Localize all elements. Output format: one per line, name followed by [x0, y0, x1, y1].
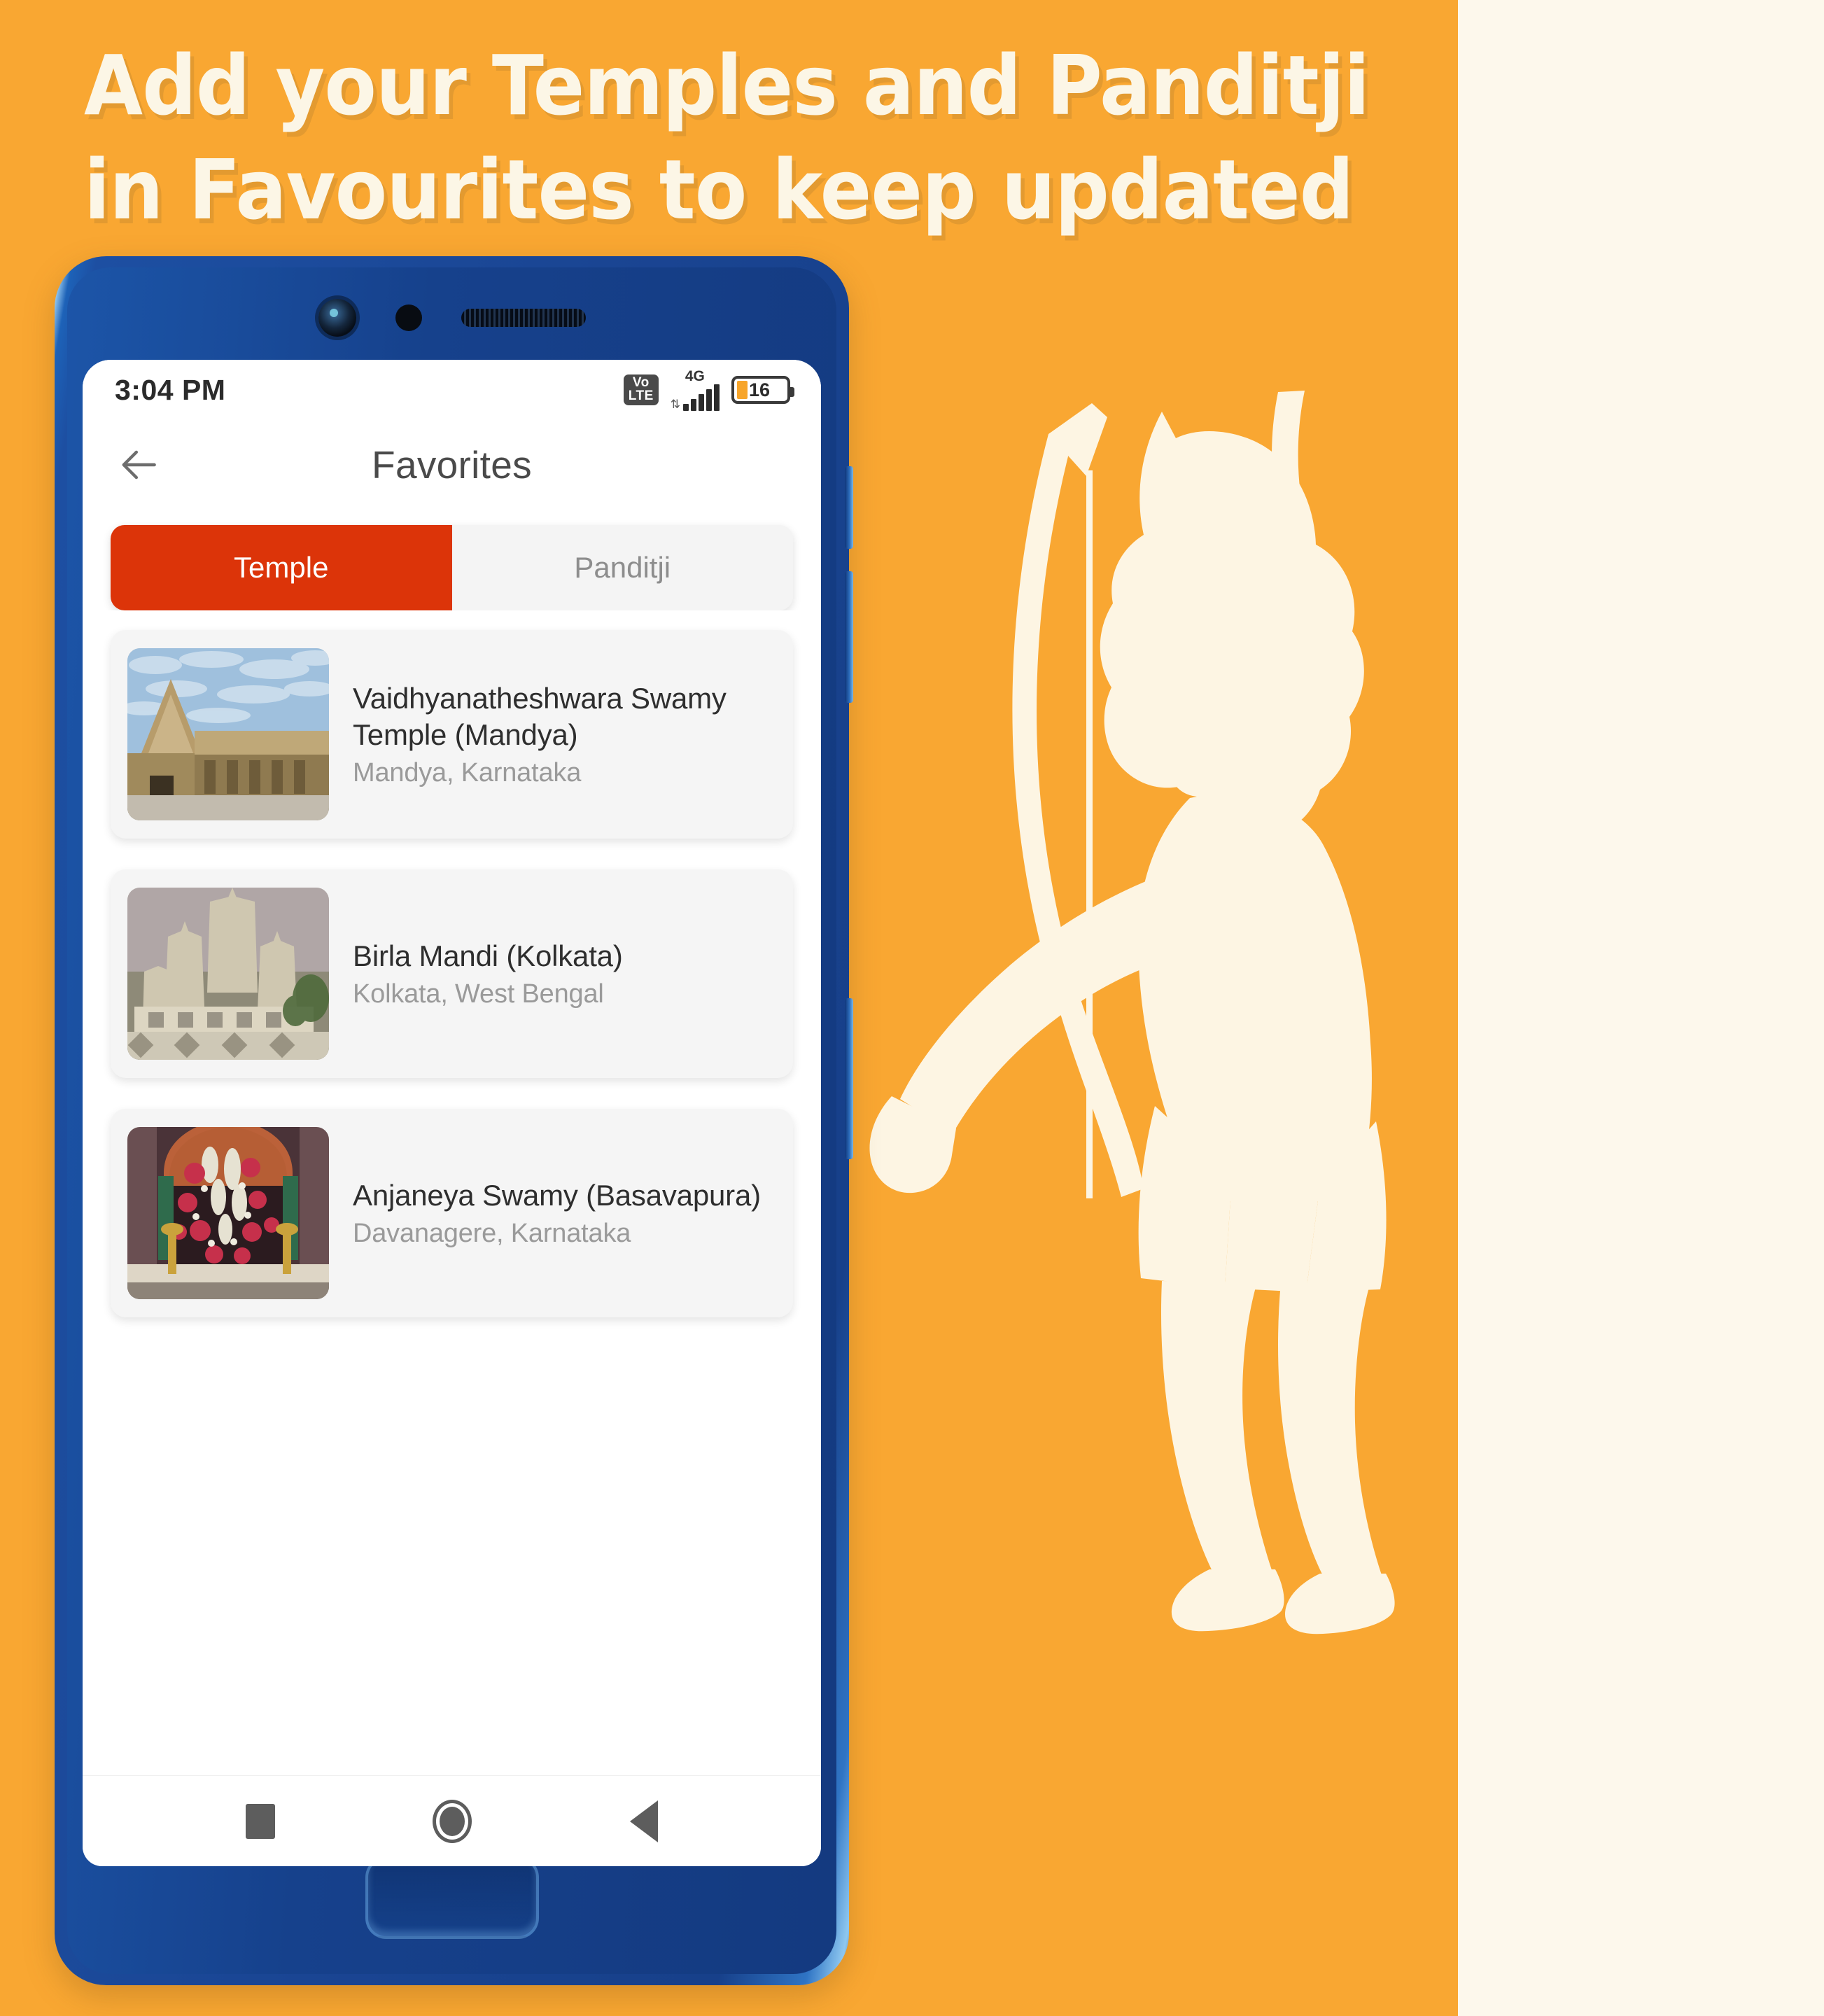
network-type-label: 4G: [685, 368, 705, 384]
list-item[interactable]: Anjaneya Swamy (Basavapura) Davanagere, …: [111, 1109, 793, 1317]
phone-mockup: 3:04 PM Vo LTE 4G ⇅ 16 Favorites Temple …: [55, 256, 853, 1985]
temple-location: Mandya, Karnataka: [353, 757, 582, 788]
tab-panditji[interactable]: Panditji: [451, 525, 793, 610]
temple-info: Birla Mandi (Kolkata) Kolkata, West Beng…: [329, 938, 629, 1009]
battery-percentage: 16: [749, 379, 771, 400]
back-triangle-icon[interactable]: [630, 1800, 659, 1842]
recents-square-icon[interactable]: [245, 1803, 275, 1839]
volte-icon: Vo LTE: [623, 374, 659, 405]
phone-screen: 3:04 PM Vo LTE 4G ⇅ 16 Favorites Temple …: [83, 360, 821, 1866]
status-icons-group: Vo LTE 4G ⇅ 16: [623, 369, 794, 411]
poster-headline: Add your Temples and Panditji in Favouri…: [84, 34, 1370, 241]
home-circle-icon[interactable]: [433, 1799, 472, 1843]
background-cream-panel: [1458, 0, 1824, 2016]
data-transfer-arrows-icon: ⇅: [670, 398, 680, 411]
temple-location: Kolkata, West Bengal: [353, 979, 604, 1009]
home-circle-inner: [440, 1806, 465, 1836]
app-bar: Favorites: [83, 420, 821, 510]
back-button[interactable]: [113, 438, 167, 491]
temple-name: Vaidhyanatheshwara Swamy Temple (Mandya): [353, 682, 727, 751]
volte-line-2: LTE: [628, 388, 654, 403]
signal-bar-5: [714, 384, 720, 411]
fingerprint-home-indicator[interactable]: [365, 1856, 539, 1939]
signal-bars: ⇅: [671, 384, 720, 411]
headline-line-1: Add your Temples and Panditji: [84, 37, 1370, 134]
temple-name: Anjaneya Swamy (Basavapura): [353, 1178, 761, 1212]
status-time: 3:04 PM: [115, 373, 226, 406]
android-navigation-bar: [83, 1775, 821, 1866]
headline-line-2: in Favourites to keep updated: [84, 141, 1354, 238]
favorites-tab-bar: Temple Panditji: [111, 525, 793, 610]
signal-strength-icon: 4G ⇅: [671, 369, 720, 411]
signal-bar-4: [706, 389, 712, 411]
tab-temple[interactable]: Temple: [111, 525, 452, 610]
temple-info: Vaidhyanatheshwara Swamy Temple (Mandya)…: [329, 680, 776, 788]
earpiece-speaker-icon: [461, 309, 586, 327]
power-button[interactable]: [845, 998, 853, 1159]
list-item[interactable]: Vaidhyanatheshwara Swamy Temple (Mandya)…: [111, 630, 793, 839]
signal-bar-3: [699, 394, 704, 411]
temple-name: Birla Mandi (Kolkata): [353, 939, 623, 972]
list-item[interactable]: Birla Mandi (Kolkata) Kolkata, West Beng…: [111, 869, 793, 1078]
phone-top-hardware: [55, 283, 849, 353]
volume-up-button[interactable]: [845, 466, 853, 549]
volte-line-1: Vo: [632, 375, 650, 391]
battery-icon: 16: [731, 376, 794, 404]
temple-thumbnail: [127, 1127, 329, 1299]
favorites-list: Vaidhyanatheshwara Swamy Temple (Mandya)…: [83, 610, 821, 1775]
signal-bar-2: [691, 399, 696, 411]
status-bar: 3:04 PM Vo LTE 4G ⇅ 16: [83, 360, 821, 420]
temple-thumbnail: [127, 648, 329, 820]
volume-down-button[interactable]: [845, 571, 853, 703]
poster-canvas: Add your Temples and Panditji in Favouri…: [0, 0, 1824, 2016]
signal-bar-1: [683, 404, 689, 411]
page-title: Favorites: [372, 443, 532, 486]
temple-info: Anjaneya Swamy (Basavapura) Davanagere, …: [329, 1177, 766, 1249]
temple-thumbnail: [127, 888, 329, 1060]
temple-location: Davanagere, Karnataka: [353, 1219, 631, 1249]
proximity-sensor-icon: [395, 304, 422, 331]
phone-chin: [55, 1852, 849, 1985]
battery-fill: [737, 381, 748, 399]
arrow-left-icon: [122, 450, 156, 479]
front-camera-icon: [318, 299, 356, 337]
